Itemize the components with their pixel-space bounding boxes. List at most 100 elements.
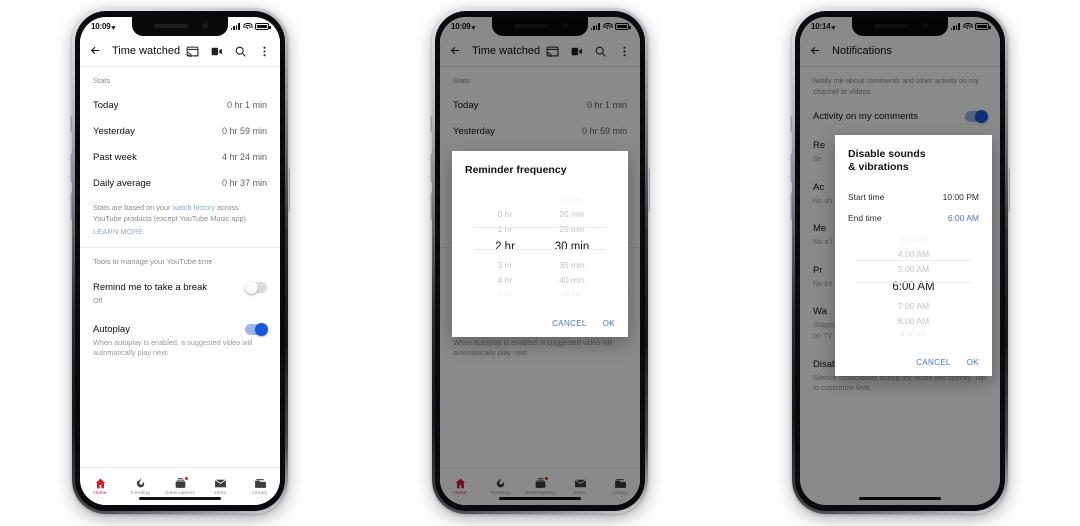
end-time-value: 6:00 AM bbox=[947, 212, 979, 223]
minutes-column[interactable]: 15 min 20 min 25 min 30 min 35 min 40 mi… bbox=[546, 193, 598, 301]
app-bar-actions bbox=[186, 45, 271, 58]
picker-item[interactable]: 1 hr bbox=[498, 222, 513, 237]
dialog-title: Disable sounds & vibrations bbox=[848, 148, 926, 174]
volume-down-button[interactable] bbox=[790, 192, 792, 220]
start-time-value: 10:00 PM bbox=[942, 191, 979, 202]
cast-icon[interactable] bbox=[186, 45, 199, 58]
picker-item[interactable]: 3 hr bbox=[498, 258, 513, 273]
status-indicators bbox=[230, 23, 271, 30]
picker-item[interactable]: 35 min bbox=[559, 258, 585, 273]
volume-up-button[interactable] bbox=[430, 154, 432, 182]
nav-item-inbox[interactable]: Inbox bbox=[200, 472, 240, 496]
volume-down-button[interactable] bbox=[430, 192, 432, 220]
picker-item-selected[interactable]: 2 hr bbox=[495, 237, 515, 259]
video-camera-icon[interactable] bbox=[210, 45, 223, 58]
picker-item[interactable]: 9:00 AM bbox=[901, 328, 927, 341]
picker-item[interactable]: 7:00 AM bbox=[898, 299, 929, 314]
end-time-row[interactable]: End time 6:00 AM bbox=[848, 213, 979, 223]
envelope-icon bbox=[214, 477, 227, 489]
mute-switch[interactable] bbox=[430, 116, 432, 132]
home-icon bbox=[94, 477, 107, 489]
picker-item[interactable]: 25 min bbox=[559, 222, 585, 237]
table-row[interactable]: Today 0 hr 1 min bbox=[80, 92, 280, 118]
more-vertical-icon[interactable] bbox=[258, 45, 271, 58]
search-icon[interactable] bbox=[234, 45, 247, 58]
cancel-button[interactable]: CANCEL bbox=[552, 319, 587, 328]
three-phone-mockup: 10:09 Time watched Stats Today 0 hr 1 mi… bbox=[0, 0, 1080, 526]
start-time-row[interactable]: Start time 10:00 PM bbox=[848, 192, 979, 202]
picker-item[interactable]: 15 min bbox=[561, 193, 582, 206]
screen-notifications: 10:14 Notifications Notify me about comm… bbox=[800, 17, 1000, 505]
stat-label: Daily average bbox=[93, 177, 152, 189]
break-reminder-toggle[interactable] bbox=[245, 281, 267, 295]
picker-item[interactable]: 40 min bbox=[559, 273, 585, 288]
picker-bottom-line bbox=[474, 249, 606, 251]
stat-label: Past week bbox=[93, 151, 137, 163]
hours-column[interactable]: x 0 hr 1 hr 2 hr 3 hr 4 hr 5 hr bbox=[482, 193, 528, 301]
stats-section-label: Stats bbox=[93, 76, 111, 85]
power-button[interactable] bbox=[1008, 168, 1010, 212]
location-arrow-icon bbox=[111, 23, 118, 30]
end-time-label: End time bbox=[848, 212, 882, 223]
cancel-button[interactable]: CANCEL bbox=[916, 358, 951, 367]
nav-item-trending[interactable]: Trending bbox=[120, 472, 160, 496]
table-row[interactable]: Yesterday 0 hr 59 min bbox=[80, 118, 280, 144]
volume-up-button[interactable] bbox=[70, 154, 72, 182]
mute-switch[interactable] bbox=[790, 116, 792, 132]
nav-item-library[interactable]: Library bbox=[240, 472, 280, 496]
phone-device-2: 10:09 Time watched Stats Today 0 hr 1 mi… bbox=[430, 8, 650, 514]
picker-top-line bbox=[855, 259, 972, 261]
page-title: Time watched bbox=[112, 45, 181, 57]
phone-slot-1: 10:09 Time watched Stats Today 0 hr 1 mi… bbox=[0, 0, 360, 526]
autoplay-toggle[interactable] bbox=[245, 322, 268, 336]
status-time: 10:09 bbox=[91, 22, 111, 31]
time-picker[interactable]: 3:00 AM 4:00 AM 5:00 AM 6:00 AM 7:00 AM … bbox=[848, 234, 979, 342]
stat-value: 4 hr 24 min bbox=[221, 152, 267, 162]
home-indicator[interactable] bbox=[139, 497, 221, 500]
disable-sounds-dialog: Disable sounds & vibrations Start time 1… bbox=[835, 135, 992, 376]
library-icon bbox=[254, 477, 267, 489]
watch-history-link[interactable]: watch history bbox=[173, 203, 216, 212]
picker-item[interactable]: 3:00 AM bbox=[901, 234, 927, 247]
picker-item[interactable]: 5 hr bbox=[499, 288, 511, 301]
stat-label: Yesterday bbox=[93, 125, 135, 137]
ok-button[interactable]: OK bbox=[603, 319, 615, 328]
app-bar: Time watched bbox=[80, 36, 280, 66]
picker-item[interactable]: 45 min bbox=[561, 288, 582, 301]
back-arrow-icon[interactable] bbox=[89, 44, 103, 58]
picker-item[interactable]: 20 min bbox=[559, 207, 585, 222]
table-row[interactable]: Daily average 0 hr 37 min bbox=[80, 170, 280, 196]
picker-item[interactable]: 5:00 AM bbox=[898, 262, 929, 277]
picker-item[interactable]: 8:00 AM bbox=[898, 313, 929, 328]
stat-label: Today bbox=[93, 99, 119, 111]
notch bbox=[132, 17, 228, 36]
setting-label: Remind me to take a break bbox=[93, 282, 208, 294]
learn-more-link[interactable]: LEARN MORE bbox=[80, 224, 280, 245]
setting-row-autoplay[interactable]: Autoplay bbox=[80, 315, 280, 337]
setting-label: Autoplay bbox=[93, 323, 130, 335]
note-prefix: Stats are based on your bbox=[93, 203, 173, 212]
volume-down-button[interactable] bbox=[70, 192, 72, 220]
power-button[interactable] bbox=[288, 168, 290, 212]
picker-item[interactable]: 4 hr bbox=[498, 273, 513, 288]
phone-slot-2: 10:09 Time watched Stats Today 0 hr 1 mi… bbox=[360, 0, 720, 526]
mute-switch[interactable] bbox=[70, 116, 72, 132]
power-button[interactable] bbox=[648, 168, 650, 212]
nav-item-subscriptions[interactable]: Subscriptions bbox=[160, 472, 200, 496]
volume-up-button[interactable] bbox=[790, 154, 792, 182]
ok-button[interactable]: OK bbox=[967, 358, 979, 367]
picker-item-selected[interactable]: 6:00 AM bbox=[892, 277, 934, 299]
nav-item-home[interactable]: Home bbox=[80, 472, 120, 496]
nav-label: Trending bbox=[130, 490, 150, 496]
setting-sub: Off bbox=[93, 296, 103, 306]
table-row[interactable]: Past week 4 hr 24 min bbox=[80, 144, 280, 170]
nav-label: Subscriptions bbox=[164, 490, 196, 496]
stats-disclaimer: Stats are based on your watch history ac… bbox=[80, 196, 280, 224]
notification-badge bbox=[183, 475, 189, 481]
frequency-picker[interactable]: x 0 hr 1 hr 2 hr 3 hr 4 hr 5 hr 15 min 2… bbox=[465, 191, 615, 305]
setting-row-break-reminder[interactable]: Remind me to take a break bbox=[80, 273, 280, 295]
picker-item-selected[interactable]: 30 min bbox=[555, 237, 590, 259]
times-column[interactable]: 3:00 AM 4:00 AM 5:00 AM 6:00 AM 7:00 AM … bbox=[879, 234, 949, 342]
picker-item[interactable]: 0 hr bbox=[498, 207, 513, 222]
phone-slot-3: 10:14 Notifications Notify me about comm… bbox=[720, 0, 1080, 526]
